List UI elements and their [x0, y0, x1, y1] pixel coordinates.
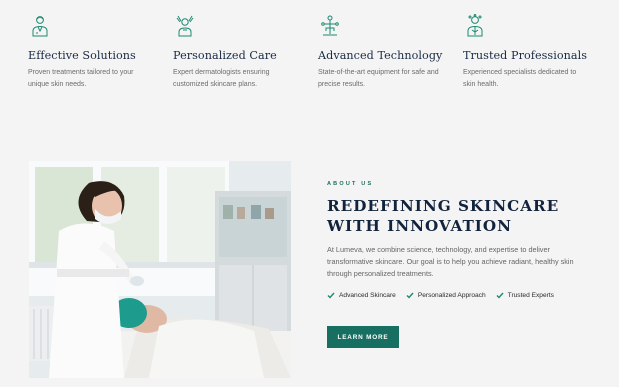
section-eyebrow: ABOUT US: [327, 181, 374, 187]
feature-title: Personalized Care: [173, 49, 277, 62]
checkmark-icon: [406, 292, 414, 299]
feature-checklist: Advanced Skincare Personalized Approach …: [327, 292, 597, 299]
feature-personalized-care: Personalized Care Expert dermatologists …: [173, 14, 318, 91]
check-label: Personalized Approach: [417, 292, 486, 299]
about-section: ABOUT US REDEFINING SKINCARE WITH INNOVA…: [327, 181, 597, 348]
feature-description: Proven treatments tailored to your uniqu…: [28, 69, 134, 88]
care-person-icon: [176, 15, 194, 37]
about-paragraph: At Lumeva, we combine science, technolog…: [327, 245, 574, 278]
check-item: Advanced Skincare: [327, 292, 396, 299]
feature-trusted-professionals: Trusted Professionals Experienced specia…: [463, 14, 608, 91]
check-item: Trusted Experts: [496, 292, 554, 299]
features-row: Effective Solutions Proven treatments ta…: [28, 14, 608, 91]
feature-title: Trusted Professionals: [463, 49, 588, 62]
learn-more-button[interactable]: LEARN MORE: [327, 326, 399, 348]
headline-line-1: REDEFINING SKINCARE: [327, 197, 560, 215]
feature-title: Advanced Technology: [318, 49, 443, 62]
treatment-photo: [29, 161, 291, 378]
check-item: Personalized Approach: [406, 292, 486, 299]
professional-icon: [467, 14, 483, 37]
feature-description: Experienced specialists dedicated to ski…: [463, 69, 577, 88]
feature-advanced-technology: Advanced Technology State-of-the-art equ…: [318, 14, 463, 91]
check-label: Advanced Skincare: [339, 292, 396, 299]
technology-tree-icon: [321, 15, 339, 36]
feature-title: Effective Solutions: [28, 49, 136, 62]
feature-description: State-of-the-art equipment for safe and …: [318, 69, 439, 88]
treatment-photo-illustration: [29, 161, 291, 378]
headline-line-2: WITH INNOVATION: [327, 217, 513, 235]
checkmark-icon: [496, 292, 504, 299]
checkmark-icon: [327, 292, 335, 299]
feature-effective-solutions: Effective Solutions Proven treatments ta…: [28, 14, 173, 91]
feature-description: Expert dermatologists ensuring customize…: [173, 69, 270, 88]
dermatologist-icon: [32, 16, 48, 37]
section-headline: REDEFINING SKINCARE WITH INNOVATION: [327, 196, 597, 236]
check-label: Trusted Experts: [507, 292, 554, 299]
